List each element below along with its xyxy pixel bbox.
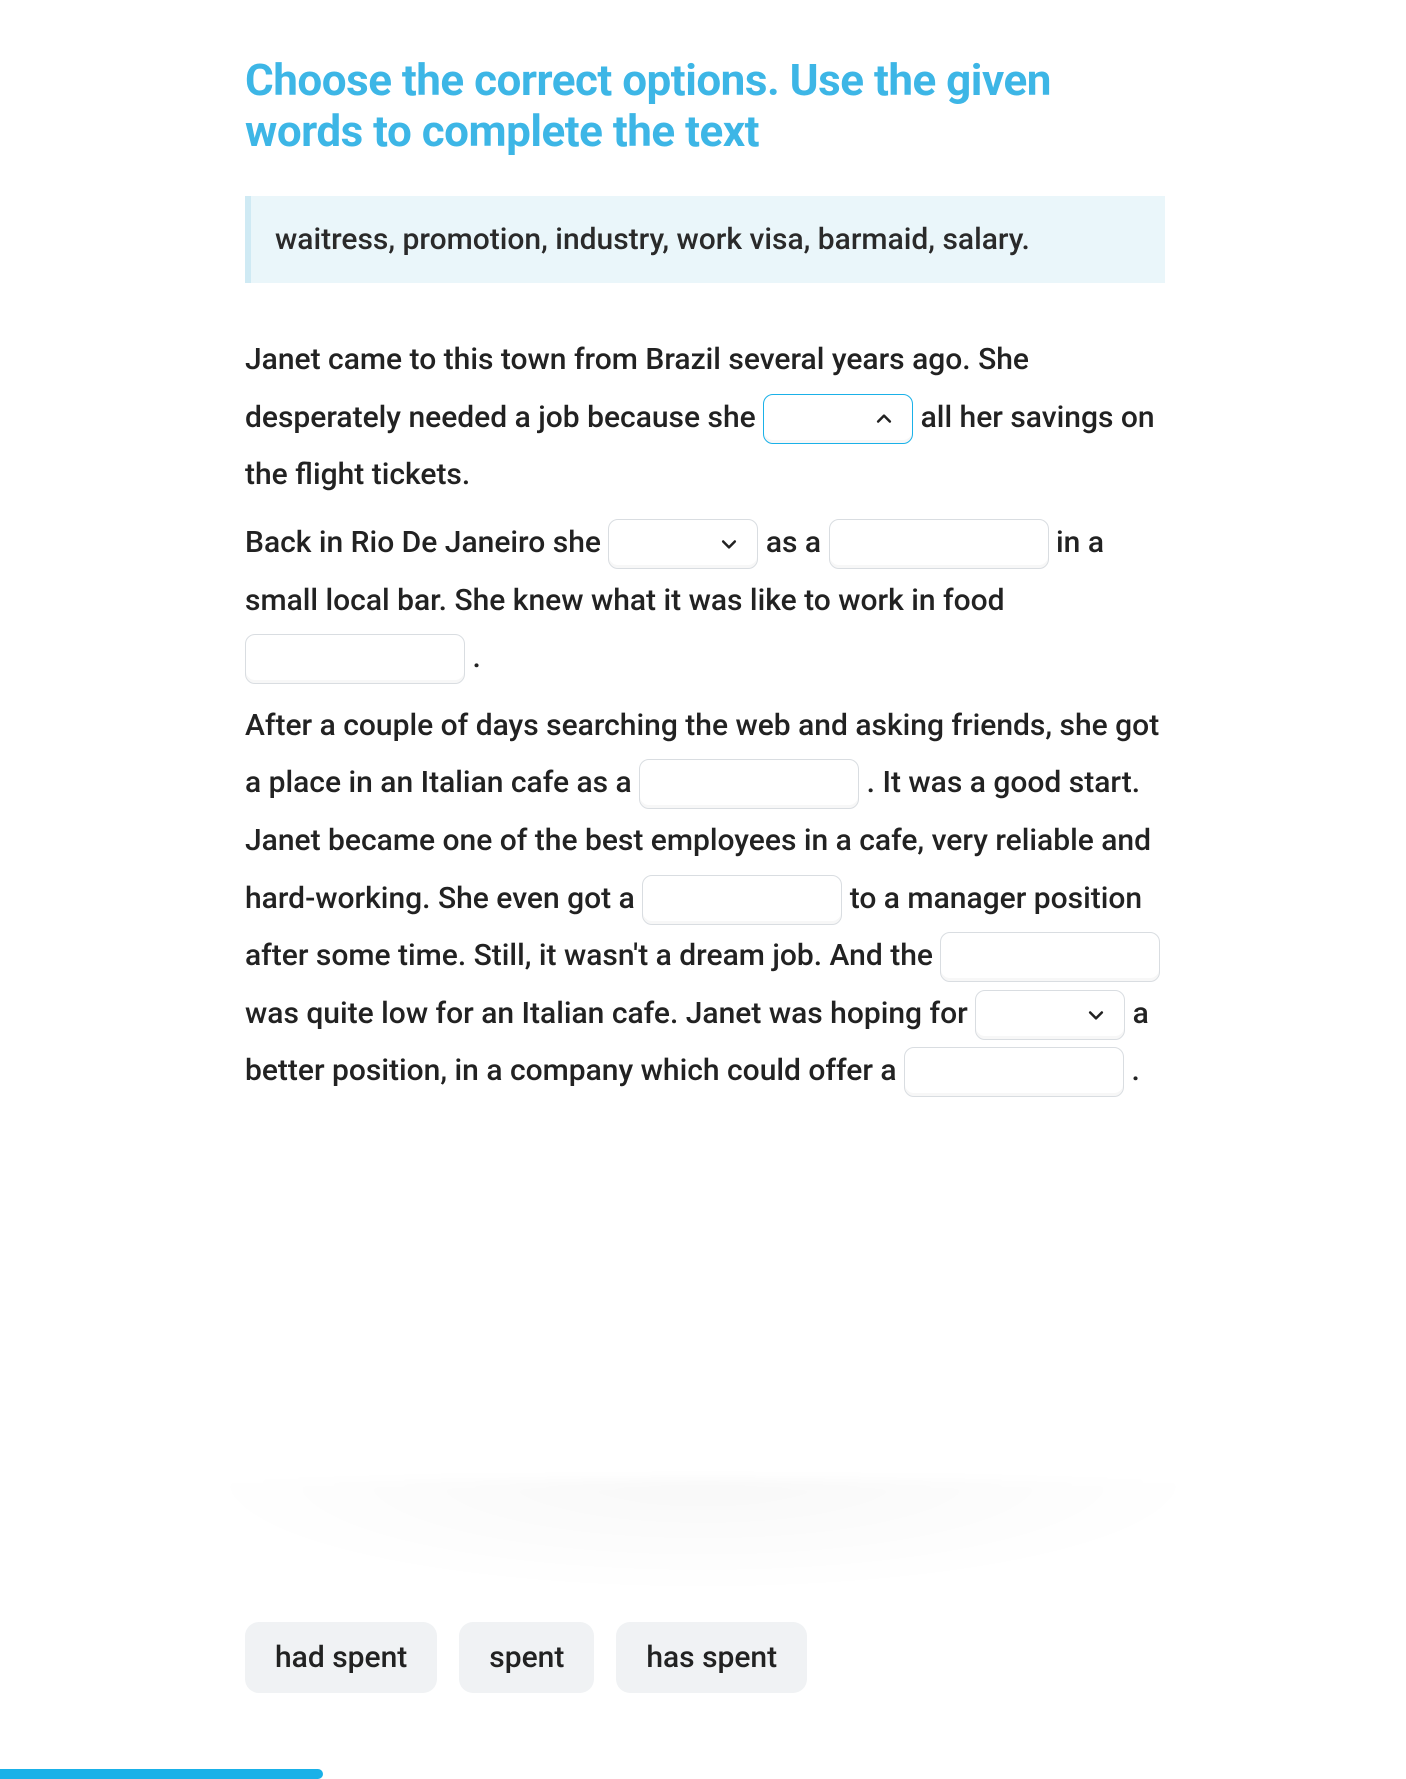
gap-2-select[interactable] (608, 519, 758, 569)
text-segment: . (472, 640, 480, 675)
answer-area: had spent spent has spent (0, 1539, 1406, 1779)
chevron-down-icon (719, 522, 739, 542)
shadow-divider (170, 1479, 1236, 1599)
options-row: had spent spent has spent (245, 1622, 807, 1693)
option-2[interactable]: spent (459, 1622, 594, 1693)
gap-4-input[interactable] (245, 634, 465, 684)
text-segment: . (1131, 1053, 1139, 1088)
word-bank: waitress, promotion, industry, work visa… (245, 196, 1165, 283)
gap-3-input[interactable] (829, 519, 1049, 569)
progress-bar (0, 1769, 1406, 1779)
gap-1-select[interactable] (763, 394, 913, 444)
gap-9-input[interactable] (904, 1047, 1124, 1097)
text-segment: Back in Rio De Janeiro she (245, 525, 608, 560)
progress-fill (0, 1769, 323, 1779)
chevron-up-icon (874, 397, 894, 417)
option-1[interactable]: had spent (245, 1622, 437, 1693)
gap-7-input[interactable] (940, 932, 1160, 982)
option-3[interactable]: has spent (616, 1622, 807, 1693)
gap-6-input[interactable] (642, 875, 842, 925)
chevron-down-icon (1086, 993, 1106, 1013)
gap-5-input[interactable] (639, 759, 859, 809)
page-title: Choose the correct options. Use the give… (245, 55, 1165, 156)
text-segment: was quite low for an Italian cafe. Janet… (245, 996, 975, 1031)
text-segment: as a (766, 525, 829, 560)
gap-8-select[interactable] (975, 990, 1125, 1040)
passage: Janet came to this town from Brazil seve… (245, 331, 1165, 1100)
